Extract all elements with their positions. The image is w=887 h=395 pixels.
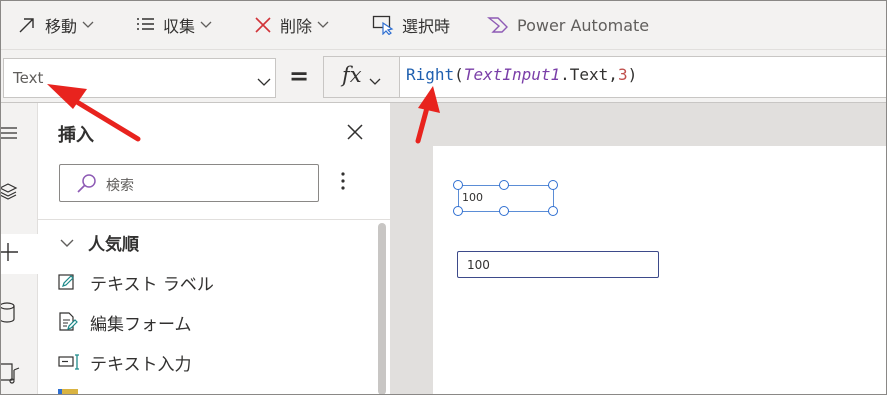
annotation-arrows [47, 84, 440, 144]
arrow-to-property [47, 84, 141, 142]
arrow-to-formula [415, 86, 440, 144]
